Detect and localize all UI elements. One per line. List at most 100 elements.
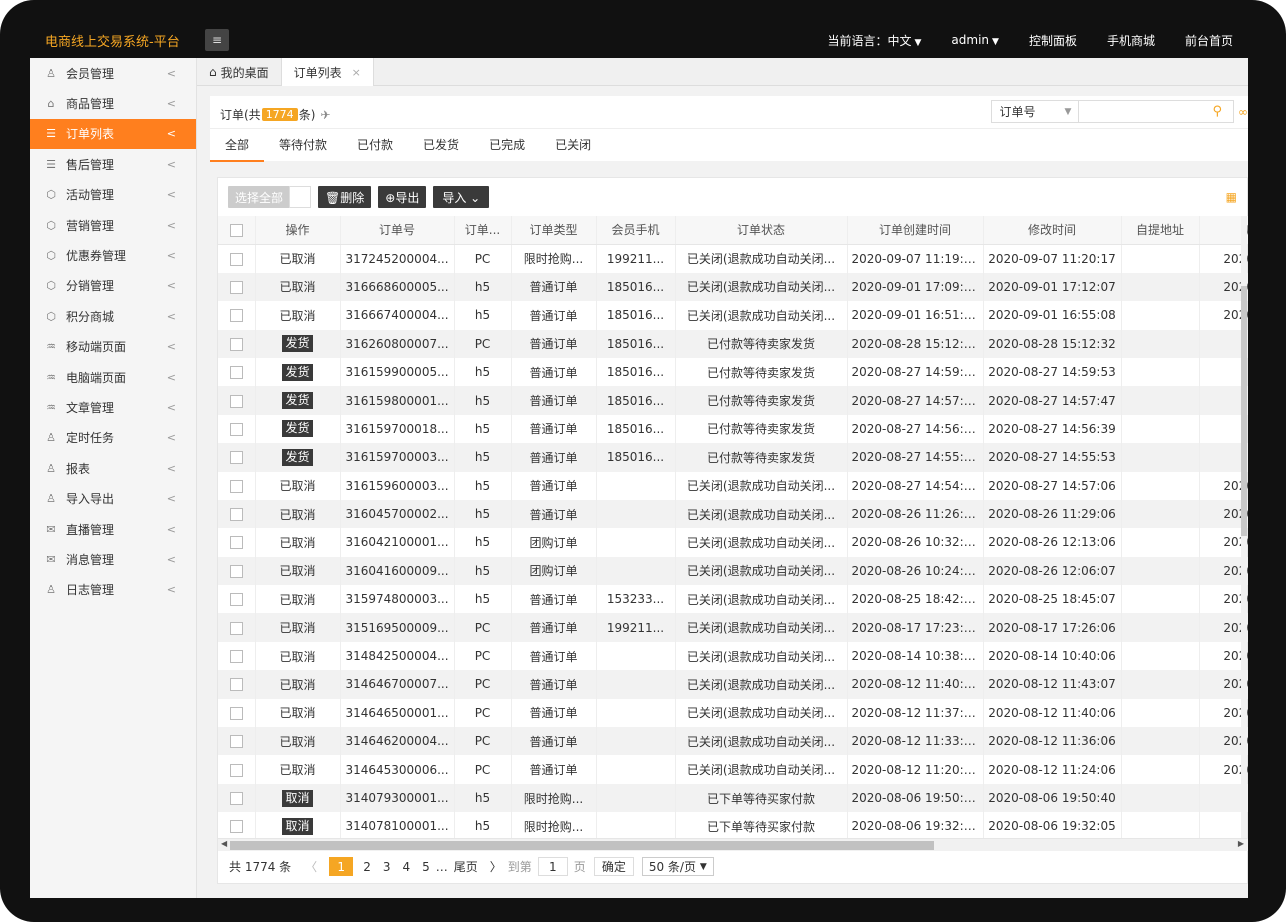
sidebar-item-16[interactable]: ✉ 消息管理 < [30,544,196,574]
top-nav-item-0[interactable]: 当前语言：中文 ▼ [812,32,936,49]
sidebar-item-14[interactable]: ♙ 导入导出 < [30,483,196,513]
sidebar-item-12[interactable]: ♙ 定时任务 < [30,423,196,453]
pager-goto-input[interactable]: 1 [537,857,568,876]
pager-next-icon[interactable]: 〉 [484,858,508,875]
select-all-checkbox[interactable] [289,186,312,208]
sidebar-item-2[interactable]: ☰ 订单列表 < [30,118,196,150]
scroll-right-arrow[interactable]: ▶ [1238,839,1244,848]
status-tab-2[interactable]: 已付款 [342,129,408,162]
pager-page-5[interactable]: 5 [416,860,436,874]
page-tab-1[interactable]: 订单列表 × [281,58,374,86]
search-icon[interactable]: ⚲ [1212,104,1222,119]
status-tab-0[interactable]: 全部 [210,129,265,162]
row-checkbox[interactable] [229,650,243,664]
vertical-scrollbar[interactable] [1241,216,1247,838]
row-action-button[interactable]: 发货 [282,335,313,353]
row-action-button[interactable]: 发货 [282,420,313,438]
row-checkbox[interactable] [229,252,243,266]
row-checkbox[interactable] [229,735,243,749]
chevron-down-icon: ▼ [1064,106,1072,117]
column-header-5[interactable]: 会员手机 [596,216,676,245]
row-checkbox[interactable] [229,792,243,805]
sidebar-item-13[interactable]: ♙ 报表 < [30,453,196,483]
status-tab-4[interactable]: 已完成 [474,129,540,162]
status-tab-1[interactable]: 等待付款 [264,129,342,162]
import-button[interactable]: 导入 ⌄ [433,186,490,208]
sidebar-item-8[interactable]: ⬡ 积分商城 < [30,301,196,331]
status-tab-5[interactable]: 已关闭 [540,129,606,162]
column-header-7[interactable]: 订单创建时间 [847,216,984,245]
sidebar-item-5[interactable]: ⬡ 营销管理 < [30,210,196,240]
row-checkbox[interactable] [229,593,243,607]
export-button[interactable]: ⊕导出 [378,186,427,208]
row-checkbox[interactable] [229,508,243,522]
select-all-button[interactable]: 选择全部 [228,186,312,208]
link-icon[interactable]: ∞ [1238,105,1248,119]
horizontal-scroll-thumb[interactable] [230,841,934,850]
scroll-left-arrow[interactable]: ◀ [221,839,227,848]
page-size-select[interactable]: 50 条/页 ▼ [641,857,714,876]
sidebar-item-3[interactable]: ☰ 售后管理 < [30,149,196,179]
menu-toggle-icon[interactable]: ≡ [205,29,229,51]
top-nav-item-1[interactable]: admin ▼ [936,33,1014,47]
row-checkbox[interactable] [229,621,243,635]
column-header-2[interactable]: 订单号 [340,216,455,245]
row-checkbox[interactable] [229,479,243,493]
sidebar-item-10[interactable]: ♒ 电脑端页面 < [30,362,196,392]
row-action-button[interactable]: 发货 [282,448,313,466]
sidebar-item-1[interactable]: ⌂ 商品管理 < [30,88,196,118]
row-checkbox[interactable] [229,564,243,578]
pager-confirm-button[interactable]: 确定 [593,857,634,876]
search-field-select[interactable]: 订单号 ▼ [991,100,1080,123]
pager-page-3[interactable]: 3 [377,860,397,874]
sidebar-item-17[interactable]: ♙ 日志管理 < [30,575,196,605]
row-checkbox[interactable] [229,536,243,550]
row-checkbox[interactable] [229,763,243,777]
sidebar-item-6[interactable]: ⬡ 优惠券管理 < [30,240,196,270]
chevron-left-icon: < [166,461,176,475]
sidebar-item-9[interactable]: ♒ 移动端页面 < [30,332,196,362]
column-header-8[interactable]: 修改时间 [983,216,1122,245]
row-checkbox[interactable] [229,820,243,834]
top-nav-item-3[interactable]: 手机商城 [1092,32,1170,49]
row-checkbox[interactable] [229,309,243,323]
pager-page-4[interactable]: 4 [396,860,416,874]
row-checkbox[interactable] [229,366,243,380]
row-checkbox[interactable] [229,678,243,692]
pager-last-button[interactable]: 尾页 [448,858,484,875]
search-input[interactable] [1079,100,1235,123]
column-header-9[interactable]: 自提地址 [1121,216,1200,245]
sidebar-item-15[interactable]: ✉ 直播管理 < [30,514,196,544]
column-header-1[interactable]: 操作 [255,216,341,245]
column-header-6[interactable]: 订单状态 [675,216,848,245]
delete-button[interactable]: 🗑删除 [318,186,372,208]
sidebar-item-0[interactable]: ♙ 会员管理 < [30,58,196,88]
row-checkbox[interactable] [229,394,243,408]
top-nav-item-4[interactable]: 前台首页 [1170,32,1248,49]
row-action-button[interactable]: 发货 [282,392,313,410]
row-checkbox[interactable] [229,337,243,351]
row-checkbox[interactable] [229,451,243,465]
sidebar-item-4[interactable]: ⬡ 活动管理 < [30,180,196,210]
row-action-button[interactable]: 取消 [282,789,313,807]
page-tab-0[interactable]: ⌂ 我的桌面 [197,58,282,86]
column-header-3[interactable]: 订单... [454,216,512,245]
pager-page-2[interactable]: 2 [357,860,377,874]
vertical-scroll-thumb[interactable] [1241,286,1247,536]
row-checkbox[interactable] [229,422,243,436]
column-filter-icon[interactable]: ▦ [1226,190,1237,204]
row-checkbox[interactable] [229,280,243,294]
header-checkbox[interactable] [229,223,243,237]
top-nav-item-2[interactable]: 控制面板 [1014,32,1092,49]
column-header-4[interactable]: 订单类型 [511,216,597,245]
pager-current-page[interactable]: 1 [329,857,354,876]
status-tab-3[interactable]: 已发货 [408,129,474,162]
row-action-button[interactable]: 取消 [282,817,313,835]
sidebar-item-7[interactable]: ⬡ 分销管理 < [30,271,196,301]
horizontal-scrollbar[interactable]: ◀ ▶ [218,838,1248,851]
pager-prev-icon[interactable]: 〈 [297,858,325,875]
sidebar-item-11[interactable]: ♒ 文章管理 < [30,392,196,422]
row-checkbox[interactable] [229,706,243,720]
close-icon[interactable]: × [352,66,361,79]
row-action-button[interactable]: 发货 [282,363,313,381]
